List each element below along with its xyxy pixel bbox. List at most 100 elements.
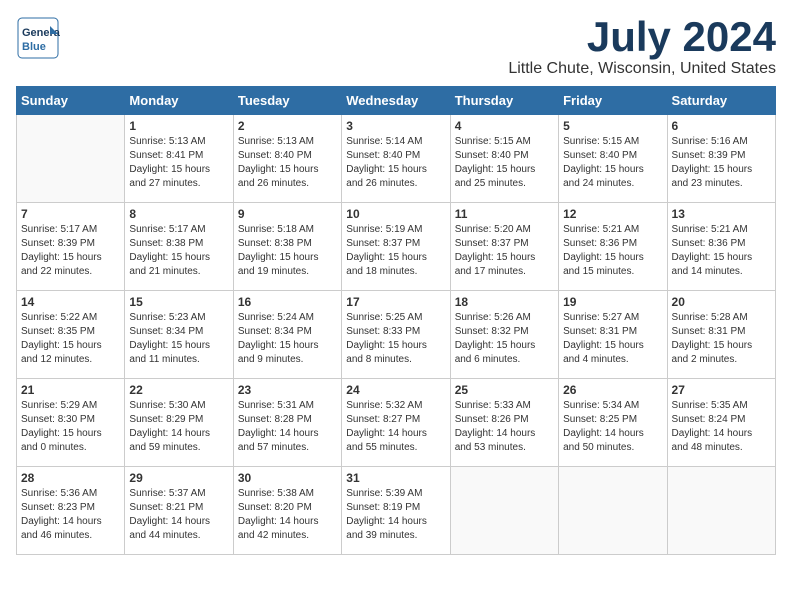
calendar-cell: 15Sunrise: 5:23 AMSunset: 8:34 PMDayligh… [125, 291, 233, 379]
sunset: Sunset: 8:40 PM [238, 150, 312, 161]
sunrise: Sunrise: 5:23 AM [129, 312, 205, 323]
day-number: 1 [129, 119, 228, 133]
day-detail: Sunrise: 5:16 AMSunset: 8:39 PMDaylight:… [672, 135, 771, 191]
sunrise: Sunrise: 5:39 AM [346, 488, 422, 499]
logo: General Blue [16, 16, 60, 60]
day-detail: Sunrise: 5:18 AMSunset: 8:38 PMDaylight:… [238, 223, 337, 279]
daylight: Daylight: 15 hours and 21 minutes. [129, 252, 210, 277]
daylight: Daylight: 15 hours and 19 minutes. [238, 252, 319, 277]
sunrise: Sunrise: 5:24 AM [238, 312, 314, 323]
day-detail: Sunrise: 5:28 AMSunset: 8:31 PMDaylight:… [672, 311, 771, 367]
weekday-header-sunday: Sunday [17, 87, 125, 115]
calendar-cell: 22 Sunrise: 5:30 AMSunset: 8:29 PMDayligh… [125, 379, 233, 467]
sunrise: Sunrise: 5:21 AM [563, 224, 639, 235]
day-detail: Sunrise: 5:13 AMSunset: 8:40 PMDaylight:… [238, 135, 337, 191]
calendar-week-2: 7Sunrise: 5:17 AMSunset: 8:39 PMDaylight… [17, 203, 776, 291]
calendar-cell: 29Sunrise: 5:37 AMSunset: 8:21 PMDayligh… [125, 467, 233, 555]
calendar-cell: 1Sunrise: 5:13 AMSunset: 8:41 PMDaylight… [125, 115, 233, 203]
sunset: Sunset: 8:38 PM [129, 238, 203, 249]
daylight: Daylight: 15 hours and 4 minutes. [563, 340, 644, 365]
daylight: Daylight: 15 hours and 27 minutes. [129, 164, 210, 189]
sunrise: Sunrise: 5:31 AM [238, 400, 314, 411]
day-number: 17 [346, 295, 445, 309]
daylight: Daylight: 15 hours and 26 minutes. [238, 164, 319, 189]
daylight: Daylight: 15 hours and 24 minutes. [563, 164, 644, 189]
daylight: Daylight: 15 hours and 0 minutes. [21, 428, 102, 453]
calendar-cell: 23Sunrise: 5:31 AMSunset: 8:28 PMDayligh… [233, 379, 341, 467]
calendar-cell: 16 Sunrise: 5:24 AM Sunset: 8:34 PM Dayligh… [233, 291, 341, 379]
day-number: 4 [455, 119, 554, 133]
sunset: Sunset: 8:32 PM [455, 326, 529, 337]
day-detail: Sunrise: 5:15 AMSunset: 8:40 PMDaylight:… [455, 135, 554, 191]
sunrise: Sunrise: 5:16 AM [672, 136, 748, 147]
day-detail: Sunrise: 5:32 AMSunset: 8:27 PMDaylight:… [346, 399, 445, 455]
day-detail: Sunrise: 5:15 AM Sunset: 8:40 PM Daylight:… [563, 135, 662, 191]
day-number: 29 [129, 471, 228, 485]
sunrise: Sunrise: 5:15 AM [563, 136, 639, 147]
calendar-table: SundayMondayTuesdayWednesdayThursdayFrid… [16, 86, 776, 555]
sunrise: Sunrise: 5:25 AM [346, 312, 422, 323]
calendar-week-1: 1Sunrise: 5:13 AMSunset: 8:41 PMDaylight… [17, 115, 776, 203]
day-detail: Sunrise: 5:14 AMSunset: 8:40 PMDaylight:… [346, 135, 445, 191]
calendar-week-3: 14Sunrise: 5:22 AMSunset: 8:35 PMDayligh… [17, 291, 776, 379]
sunset: Sunset: 8:40 PM [455, 150, 529, 161]
daylight: Daylight: 14 hours and 39 minutes. [346, 516, 427, 541]
sunrise: Sunrise: 5:29 AM [21, 400, 97, 411]
sunset: Sunset: 8:31 PM [672, 326, 746, 337]
day-detail: Sunrise: 5:30 AMSunset: 8:29 PMDaylight:… [129, 399, 228, 455]
day-number: 15 [129, 295, 228, 309]
sunset: Sunset: 8:33 PM [346, 326, 420, 337]
calendar-cell: 10Sunrise: 5:19 AMSunset: 8:37 PMDayligh… [342, 203, 450, 291]
calendar-cell: 4 Sunrise: 5:15 AMSunset: 8:40 PMDaylight… [450, 115, 558, 203]
sunrise: Sunrise: 5:35 AM [672, 400, 748, 411]
day-number: 16 [238, 295, 337, 309]
weekday-header-saturday: Saturday [667, 87, 775, 115]
day-detail: Sunrise: 5:31 AMSunset: 8:28 PMDaylight:… [238, 399, 337, 455]
sunset: Sunset: 8:37 PM [346, 238, 420, 249]
day-detail: Sunrise: 5:29 AMSunset: 8:30 PMDaylight:… [21, 399, 120, 455]
day-detail: Sunrise: 5:27 AMSunset: 8:31 PMDaylight:… [563, 311, 662, 367]
daylight: Daylight: 15 hours and 2 minutes. [672, 340, 753, 365]
daylight: Daylight: 15 hours and 23 minutes. [672, 164, 753, 189]
calendar-cell: 24Sunrise: 5:32 AMSunset: 8:27 PMDayligh… [342, 379, 450, 467]
sunset: Sunset: 8:41 PM [129, 150, 203, 161]
location: Little Chute, Wisconsin, United States [508, 60, 776, 78]
sunset: Sunset: 8:34 PM [129, 326, 203, 337]
sunset: Sunset: 8:40 PM [563, 150, 637, 161]
day-number: 25 [455, 383, 554, 397]
day-detail: Sunrise: 5:24 AM Sunset: 8:34 PM Daylight:… [238, 311, 337, 367]
daylight: Daylight: 14 hours and 42 minutes. [238, 516, 319, 541]
day-number: 22 [129, 383, 228, 397]
calendar-cell: 13Sunrise: 5:21 AMSunset: 8:36 PMDayligh… [667, 203, 775, 291]
sunset: Sunset: 8:31 PM [563, 326, 637, 337]
day-detail: Sunrise: 5:23 AMSunset: 8:34 PMDaylight:… [129, 311, 228, 367]
calendar-cell: 31Sunrise: 5:39 AMSunset: 8:19 PMDayligh… [342, 467, 450, 555]
month-title: July 2024 [508, 16, 776, 58]
sunrise: Sunrise: 5:18 AM [238, 224, 314, 235]
daylight: Daylight: 15 hours and 9 minutes. [238, 340, 319, 365]
sunrise: Sunrise: 5:34 AM [563, 400, 639, 411]
sunrise: Sunrise: 5:22 AM [21, 312, 97, 323]
calendar-cell: 7Sunrise: 5:17 AMSunset: 8:39 PMDaylight… [17, 203, 125, 291]
calendar-cell: 28Sunrise: 5:36 AMSunset: 8:23 PMDayligh… [17, 467, 125, 555]
calendar-cell: 30Sunrise: 5:38 AMSunset: 8:20 PMDayligh… [233, 467, 341, 555]
day-detail: Sunrise: 5:21 AMSunset: 8:36 PMDaylight:… [672, 223, 771, 279]
daylight: Daylight: 14 hours and 59 minutes. [129, 428, 210, 453]
day-number: 26 [563, 383, 662, 397]
weekday-header-thursday: Thursday [450, 87, 558, 115]
calendar-week-4: 21Sunrise: 5:29 AMSunset: 8:30 PMDayligh… [17, 379, 776, 467]
weekday-header-row: SundayMondayTuesdayWednesdayThursdayFrid… [17, 87, 776, 115]
day-number: 19 [563, 295, 662, 309]
title-block: July 2024 Little Chute, Wisconsin, Unite… [508, 16, 776, 78]
sunset: Sunset: 8:20 PM [238, 502, 312, 513]
daylight: Daylight: 14 hours and 50 minutes. [563, 428, 644, 453]
calendar-cell: 20Sunrise: 5:28 AMSunset: 8:31 PMDayligh… [667, 291, 775, 379]
sunset: Sunset: 8:34 PM [238, 326, 312, 337]
daylight: Daylight: 14 hours and 53 minutes. [455, 428, 536, 453]
weekday-header-tuesday: Tuesday [233, 87, 341, 115]
calendar-cell: 26 Sunrise: 5:34 AM Sunset: 8:25 PM Dayligh… [559, 379, 667, 467]
day-number: 10 [346, 207, 445, 221]
day-detail: Sunrise: 5:20 AMSunset: 8:37 PMDaylight:… [455, 223, 554, 279]
sunrise: Sunrise: 5:19 AM [346, 224, 422, 235]
sunset: Sunset: 8:25 PM [563, 414, 637, 425]
